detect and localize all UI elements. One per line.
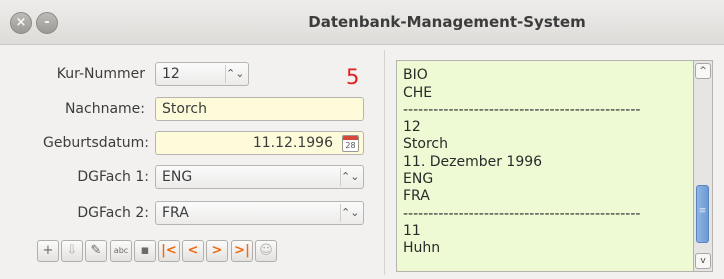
- spinner-arrows-icon[interactable]: ⌃⌄: [225, 65, 244, 83]
- output-line: Storch: [403, 136, 448, 153]
- scrollbar-thumb[interactable]: ≡: [696, 185, 709, 243]
- user-icon[interactable]: ☺: [255, 240, 277, 262]
- nachname-input[interactable]: Storch: [155, 97, 364, 121]
- geburtsdatum-value: 11.12.1996: [252, 135, 333, 151]
- dgfach1-label: DGFach 1:: [77, 169, 149, 185]
- spellcheck-icon[interactable]: abc: [110, 240, 132, 262]
- nachname-label: Nachname:: [64, 101, 145, 117]
- last-record-icon[interactable]: >|: [231, 240, 253, 262]
- kurs-nummer-value: 12: [162, 66, 180, 82]
- output-line: 11: [403, 222, 421, 239]
- scroll-down-icon[interactable]: v: [695, 253, 711, 269]
- dgfach1-select[interactable]: ENG ⌃⌄: [155, 165, 364, 189]
- edit-icon[interactable]: ✎: [85, 240, 107, 262]
- dgfach2-label: DGFach 2:: [77, 205, 149, 221]
- geburtsdatum-label: Geburtsdatum:: [43, 135, 149, 151]
- output-line: ----------------------------------------…: [403, 205, 641, 222]
- output-line: FRA: [403, 188, 430, 205]
- output-lines: --------------------BIOCHE--------------…: [403, 61, 641, 258]
- output-line: BIO: [403, 67, 428, 84]
- record-counter: 5: [346, 65, 360, 89]
- grip-icon: ≡: [698, 206, 707, 216]
- chevron-updown-icon: ⌃⌄: [340, 168, 359, 186]
- new-record-icon[interactable]: +: [37, 240, 59, 262]
- chevron-updown-icon: ⌃⌄: [340, 204, 359, 222]
- kurs-nummer-label: Kur-Nummer: [56, 66, 145, 82]
- dgfach2-select[interactable]: FRA ⌃⌄: [155, 201, 364, 225]
- first-record-icon[interactable]: |<: [158, 240, 180, 262]
- record-output-textarea[interactable]: --------------------BIOCHE--------------…: [396, 60, 694, 272]
- save-disabled-icon[interactable]: ⇩: [61, 240, 83, 262]
- output-line: ENG: [403, 171, 434, 188]
- dgfach1-value: ENG: [162, 169, 193, 185]
- output-line: 12: [403, 119, 421, 136]
- next-record-icon[interactable]: >: [206, 240, 228, 262]
- previous-record-icon[interactable]: <: [182, 240, 204, 262]
- scroll-up-icon[interactable]: ^: [695, 63, 711, 79]
- title-bar: × - Datenbank-Management-System: [0, 0, 724, 45]
- output-line: ----------------------------------------…: [403, 101, 641, 118]
- output-line: 11. Dezember 1996: [403, 153, 543, 170]
- window-title: Datenbank-Management-System: [308, 13, 586, 31]
- output-line: Huhn: [403, 240, 441, 257]
- main-window: × - Datenbank-Management-System Kur-Numm…: [0, 0, 724, 279]
- kurs-nummer-spinner[interactable]: 12 ⌃⌄: [155, 62, 249, 86]
- dgfach2-value: FRA: [162, 205, 189, 221]
- floppy-save-icon[interactable]: ▪: [134, 240, 156, 262]
- panel-divider: [384, 50, 385, 275]
- output-line: CHE: [403, 84, 433, 101]
- geburtsdatum-input[interactable]: 11.12.1996 28: [155, 131, 364, 155]
- calendar-icon[interactable]: 28: [342, 135, 359, 152]
- output-line: --------------------: [403, 61, 640, 67]
- vertical-scrollbar[interactable]: ^ ≡ v: [694, 60, 713, 272]
